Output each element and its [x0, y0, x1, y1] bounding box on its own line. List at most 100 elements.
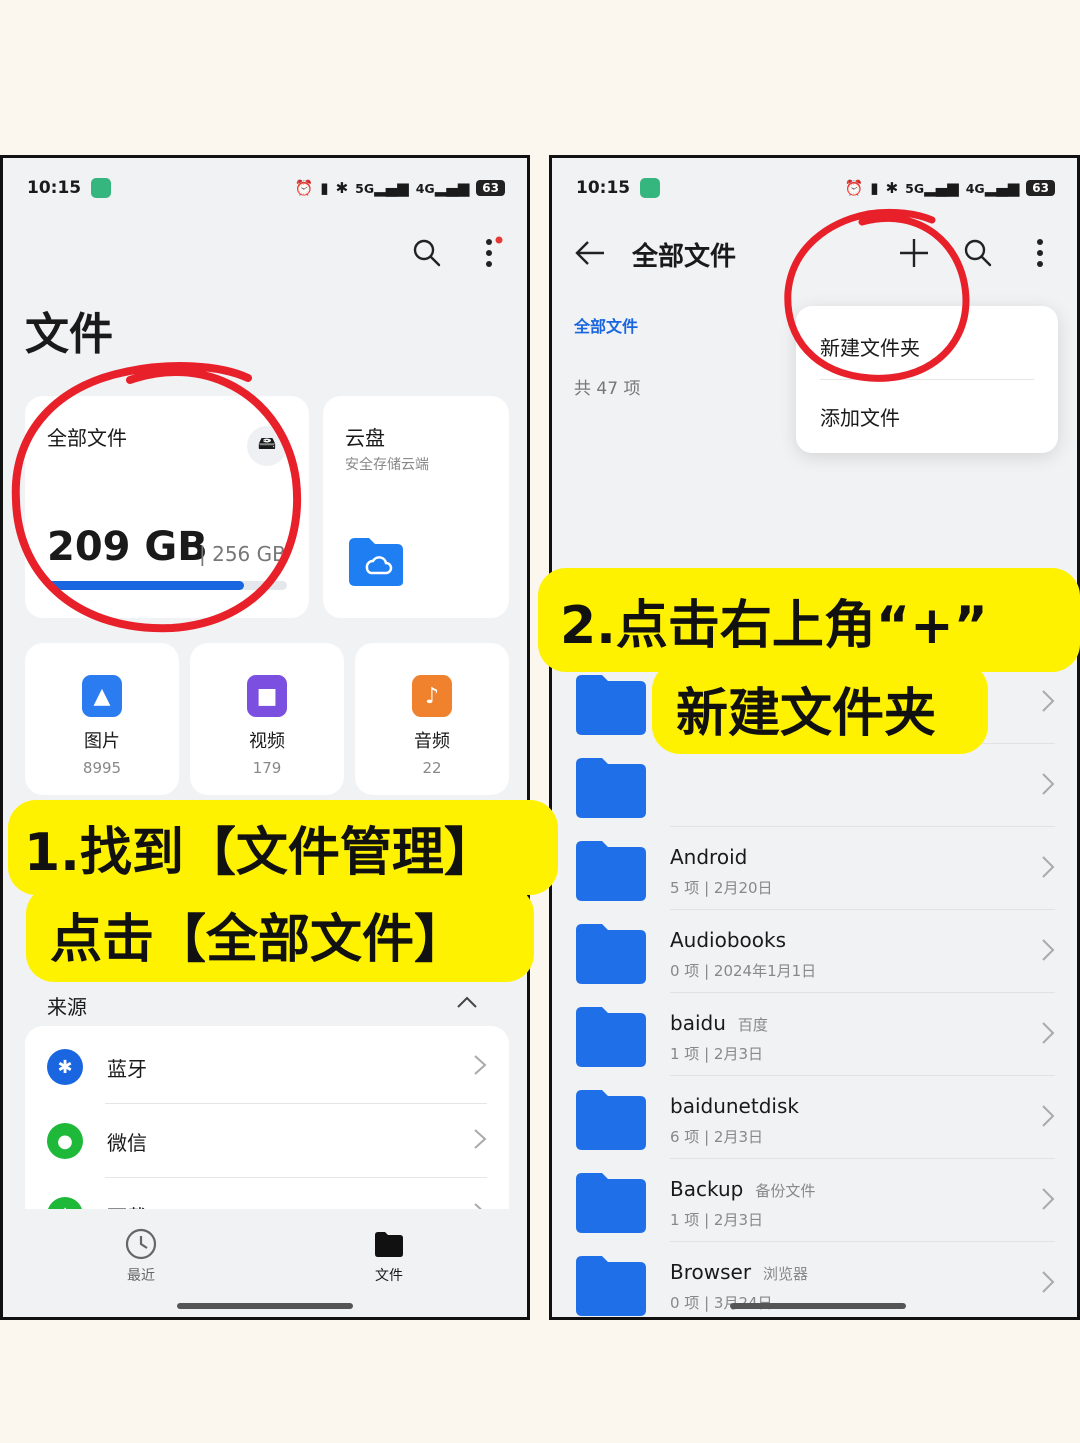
chevron-right-icon: [1041, 1104, 1055, 1132]
step1-banner-line1: 1.找到【文件管理】: [8, 800, 558, 895]
source-bluetooth[interactable]: ✱ 蓝牙: [25, 1030, 509, 1104]
clock-icon: [125, 1228, 157, 1260]
add-icon[interactable]: [894, 233, 934, 273]
file-meta: 5 项 | 2月20日: [670, 879, 773, 897]
file-tag: 浏览器: [763, 1265, 809, 1283]
file-row[interactable]: Android 5 项 | 2月20日: [552, 827, 1077, 910]
folder-icon: [375, 1232, 403, 1257]
category-videos[interactable]: ■ 视频 179: [190, 643, 344, 795]
sources-list: ✱ 蓝牙 ● 微信 ↓ 下载: [25, 1026, 509, 1226]
chevron-right-icon: [1041, 855, 1055, 883]
nav-files[interactable]: 文件: [349, 1227, 429, 1285]
signal-4g-icon: 4G▂▄▆: [965, 179, 1020, 197]
file-row[interactable]: Audiobooks 0 项 | 2024年1月1日: [552, 910, 1077, 993]
alarm-icon: ⏰: [844, 179, 864, 197]
storage-progress-bar: [47, 581, 287, 590]
cloud-drive-label: 云盘: [345, 426, 385, 450]
left-phone-screenshot: 10:15 ⏰ ▮ ✱ 5G▂▄▆ 4G▂▄▆ 63 文件 全部文件 🖴 209…: [0, 155, 530, 1320]
signal-4g-icon: 4G▂▄▆: [415, 179, 470, 197]
folder-icon: [576, 924, 646, 984]
file-tag: 百度: [737, 1016, 768, 1034]
chevron-right-icon: [1041, 938, 1055, 966]
music-icon: ♪: [412, 675, 452, 717]
category-label: 视频: [249, 731, 285, 752]
folder-icon: [576, 758, 646, 818]
bottom-nav: 最近 文件: [3, 1209, 527, 1317]
menu-add-file[interactable]: 添加文件: [820, 402, 900, 431]
category-count: 22: [422, 759, 442, 777]
step2-text-line2: 新建文件夹: [676, 683, 937, 744]
app-notification-icon: [91, 178, 112, 198]
sources-title: 来源: [47, 995, 87, 1019]
status-icons: ⏰ ▮ ✱ 5G▂▄▆ 4G▂▄▆ 63: [295, 179, 505, 197]
chevron-right-icon: [1041, 1021, 1055, 1049]
status-bar: 10:15 ⏰ ▮ ✱ 5G▂▄▆ 4G▂▄▆ 63: [552, 158, 1077, 218]
battery-icon: 63: [1026, 180, 1055, 196]
category-audio[interactable]: ♪ 音频 22: [355, 643, 509, 795]
signal-5g-icon: 5G▂▄▆: [905, 179, 959, 197]
chevron-right-icon: [473, 1054, 487, 1080]
source-label: 蓝牙: [107, 1056, 147, 1081]
more-menu-icon[interactable]: [469, 233, 509, 273]
file-row[interactable]: baidunetdisk 6 项 | 2月3日: [552, 1076, 1077, 1159]
file-name: Backup 备份文件: [670, 1177, 816, 1201]
step1-banner-line2: 点击【全部文件】: [26, 886, 534, 982]
nav-files-label: 文件: [375, 1268, 403, 1284]
file-name: Android: [670, 845, 748, 869]
back-arrow-icon[interactable]: [570, 233, 610, 273]
all-files-card[interactable]: 全部文件 🖴 209 GB | 256 GB: [25, 396, 309, 618]
cloud-folder-icon: [347, 534, 405, 588]
search-icon[interactable]: [958, 233, 998, 273]
status-icons: ⏰ ▮ ✱ 5G▂▄▆ 4G▂▄▆ 63: [845, 179, 1055, 197]
file-tag: 备份文件: [755, 1182, 816, 1200]
file-name: baidu 百度: [670, 1011, 768, 1035]
app-notification-icon: [640, 178, 661, 198]
file-row[interactable]: baidu 百度 1 项 | 2月3日: [552, 993, 1077, 1076]
chevron-right-icon: [1041, 1270, 1055, 1298]
nav-recent[interactable]: 最近: [101, 1227, 181, 1285]
search-icon[interactable]: [407, 233, 447, 273]
home-indicator: [177, 1303, 353, 1309]
battery-icon: 63: [476, 180, 505, 196]
menu-new-folder[interactable]: 新建文件夹: [820, 332, 920, 361]
all-files-label: 全部文件: [47, 426, 127, 450]
vibrate-icon: ▮: [870, 179, 879, 197]
source-wechat[interactable]: ● 微信: [25, 1104, 509, 1178]
status-time: 10:15: [576, 178, 631, 198]
page-title: 文件: [25, 309, 113, 360]
cloud-drive-card[interactable]: 云盘 安全存储云端: [323, 396, 509, 618]
file-name: Browser 浏览器: [670, 1260, 809, 1284]
storage-used: 209 GB: [47, 524, 208, 570]
step2-text-line1: 2.点击右上角“+”: [560, 595, 988, 656]
video-icon: ■: [247, 675, 287, 717]
folder-icon: [576, 1007, 646, 1067]
file-row[interactable]: [552, 744, 1077, 827]
file-meta: 1 项 | 2月3日: [670, 1211, 763, 1229]
category-images[interactable]: ▲ 图片 8995: [25, 643, 179, 795]
file-row[interactable]: Backup 备份文件 1 项 | 2月3日: [552, 1159, 1077, 1242]
image-icon: ▲: [82, 675, 122, 717]
category-count: 8995: [82, 759, 122, 777]
step2-banner-line1: 2.点击右上角“+”: [538, 568, 1080, 672]
chevron-right-icon: [1041, 689, 1055, 717]
folder-icon: [576, 841, 646, 901]
category-label: 音频: [414, 731, 450, 752]
bluetooth-status-icon: ✱: [885, 179, 899, 197]
file-name: Audiobooks: [670, 928, 787, 952]
storage-total: | 256 GB: [199, 542, 286, 566]
folder-icon: [576, 1090, 646, 1150]
cloud-drive-subtitle: 安全存储云端: [345, 457, 429, 473]
breadcrumb[interactable]: 全部文件: [574, 313, 638, 337]
chevron-up-icon[interactable]: [455, 991, 479, 1015]
bluetooth-icon: ✱: [47, 1049, 83, 1085]
add-popup-menu: 新建文件夹 添加文件: [796, 306, 1058, 453]
folder-icon: [576, 1256, 646, 1316]
folder-icon: [576, 1173, 646, 1233]
signal-5g-icon: 5G▂▄▆: [355, 179, 409, 197]
source-label: 微信: [107, 1130, 147, 1155]
file-meta: 6 项 | 2月3日: [670, 1128, 763, 1146]
bluetooth-status-icon: ✱: [335, 179, 349, 197]
folder-icon: [576, 675, 646, 735]
more-menu-icon[interactable]: [1020, 233, 1060, 273]
wechat-icon: ●: [47, 1123, 83, 1159]
